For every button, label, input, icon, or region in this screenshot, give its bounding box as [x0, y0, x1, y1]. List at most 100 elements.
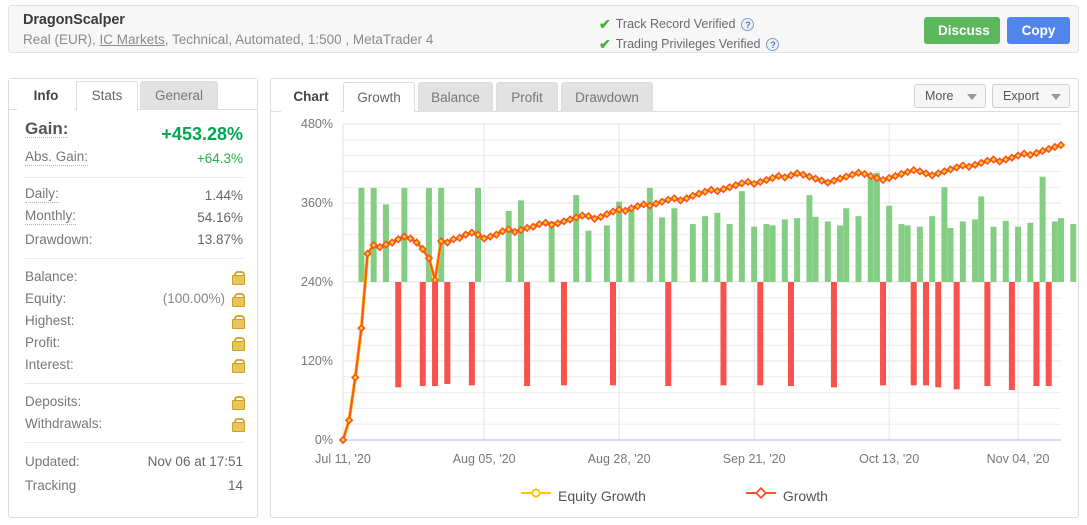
bar-up[interactable] — [603, 225, 610, 282]
stat-interest: Interest: — [9, 354, 257, 376]
bar-up[interactable] — [1070, 224, 1077, 282]
tab-drawdown[interactable]: Drawdown — [561, 82, 653, 112]
bar-up[interactable] — [1002, 220, 1009, 282]
bar-up[interactable] — [702, 216, 709, 282]
bar-up[interactable] — [812, 216, 819, 282]
tab-general[interactable]: General — [140, 81, 218, 110]
discuss-button[interactable]: Discuss — [924, 17, 1000, 44]
bar-down[interactable] — [757, 282, 764, 386]
bar-up[interactable] — [517, 200, 524, 282]
growth-chart[interactable]: 0% 120% 240% 360% 480% Jul 11, '20 Aug 05, '2… — [271, 112, 1087, 518]
stat-updated: Updated: Nov 06 at 17:51 — [9, 450, 257, 474]
bar-down[interactable] — [444, 282, 451, 385]
tab-growth[interactable]: Growth — [343, 82, 415, 113]
bar-up[interactable] — [959, 221, 966, 282]
bar-up[interactable] — [714, 212, 721, 282]
bar-down[interactable] — [610, 282, 617, 386]
legend-marker-growth — [745, 486, 776, 502]
bar-up[interactable] — [438, 187, 445, 282]
bar-down[interactable] — [468, 282, 475, 386]
bar-up[interactable] — [659, 217, 666, 282]
bar-up[interactable] — [916, 226, 923, 282]
bar-down[interactable] — [665, 282, 672, 387]
bar-up[interactable] — [585, 230, 592, 282]
bar-down[interactable] — [787, 282, 794, 387]
stat-monthly-value: 54.16% — [197, 210, 243, 225]
bar-up[interactable] — [941, 187, 948, 282]
bar-up[interactable] — [671, 208, 678, 282]
bar-up[interactable] — [904, 225, 911, 282]
bar-down[interactable] — [910, 282, 917, 386]
bar-down[interactable] — [524, 282, 531, 387]
bar-up[interactable] — [929, 216, 936, 282]
bar-up[interactable] — [1015, 226, 1022, 282]
bar-down[interactable] — [1033, 282, 1040, 387]
bar-up[interactable] — [573, 195, 580, 282]
bar-down[interactable] — [953, 282, 960, 390]
bar-up[interactable] — [855, 216, 862, 282]
bar-up[interactable] — [763, 224, 770, 282]
bar-up[interactable] — [972, 219, 979, 282]
bar-down[interactable] — [1008, 282, 1015, 390]
bar-up[interactable] — [1039, 176, 1046, 282]
bar-down[interactable] — [922, 282, 929, 386]
stat-tracking: Tracking 14 — [9, 474, 257, 498]
tab-balance[interactable]: Balance — [418, 82, 493, 112]
bar-up[interactable] — [898, 224, 905, 282]
help-icon[interactable]: ? — [766, 38, 780, 51]
bar-up[interactable] — [978, 196, 985, 282]
divider — [25, 383, 243, 384]
bar-down[interactable] — [935, 282, 942, 388]
bar-down[interactable] — [830, 282, 837, 388]
bar-up[interactable] — [843, 208, 850, 282]
bar-down[interactable] — [419, 282, 426, 387]
lock-icon — [232, 271, 245, 285]
stat-abs-gain-value: +64.3% — [196, 151, 243, 166]
bar-up[interactable] — [751, 226, 758, 282]
bar-down[interactable] — [984, 282, 991, 387]
bar-up[interactable] — [628, 208, 635, 282]
bar-up[interactable] — [689, 224, 696, 282]
copy-button[interactable]: Copy — [1007, 17, 1070, 44]
account-meta-post: , Technical, Automated, 1:500 , MetaTrad… — [164, 32, 434, 47]
bar-up[interactable] — [873, 172, 880, 282]
bar-up[interactable] — [505, 210, 512, 282]
bar-up[interactable] — [738, 191, 745, 282]
bar-down[interactable] — [395, 282, 402, 388]
bar-up[interactable] — [781, 219, 788, 282]
bar-up[interactable] — [867, 176, 874, 282]
bar-up[interactable] — [370, 187, 377, 282]
legend-item-growth[interactable]: Growth — [745, 486, 828, 504]
chevron-down-icon — [967, 94, 977, 100]
bar-up[interactable] — [990, 226, 997, 282]
chart-plot-area[interactable] — [271, 112, 1087, 518]
broker-link[interactable]: IC Markets — [100, 32, 165, 47]
bar-down[interactable] — [1045, 282, 1052, 387]
more-dropdown[interactable]: More — [914, 84, 986, 108]
tab-profit[interactable]: Profit — [496, 82, 558, 112]
bar-up[interactable] — [794, 218, 801, 282]
bar-up[interactable] — [947, 228, 954, 282]
bar-up[interactable] — [548, 221, 555, 282]
bar-up[interactable] — [837, 225, 844, 282]
bar-down[interactable] — [432, 282, 439, 387]
bar-up[interactable] — [769, 225, 776, 282]
bar-down[interactable] — [720, 282, 727, 386]
bar-down[interactable] — [880, 282, 887, 386]
bar-up[interactable] — [806, 195, 813, 282]
bar-up[interactable] — [726, 224, 733, 282]
bar-up[interactable] — [1051, 221, 1058, 282]
bar-up[interactable] — [1027, 222, 1034, 282]
bar-up[interactable] — [886, 205, 893, 282]
legend-item-equity-growth[interactable]: Equity Growth — [521, 486, 646, 504]
tab-stats[interactable]: Stats — [76, 81, 138, 111]
help-icon[interactable]: ? — [741, 18, 755, 31]
export-dropdown[interactable]: Export — [992, 84, 1070, 108]
lock-icon — [232, 337, 245, 351]
bar-up[interactable] — [824, 221, 831, 282]
bar-up[interactable] — [1058, 218, 1064, 282]
stat-abs-gain: Abs. Gain: +64.3% — [9, 148, 257, 170]
bar-down[interactable] — [560, 282, 567, 386]
bar-up[interactable] — [358, 187, 365, 282]
lock-icon — [232, 396, 245, 410]
